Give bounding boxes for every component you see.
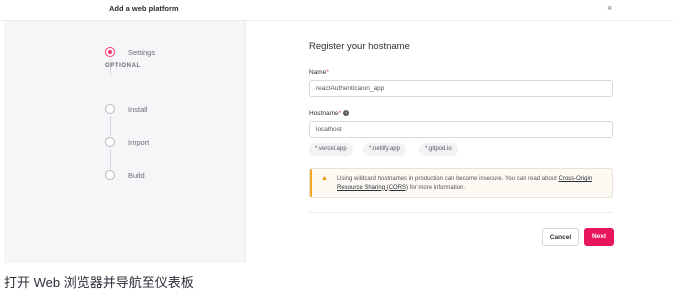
modal-title: Add a web platform (109, 4, 179, 13)
hostname-field[interactable]: localhost (309, 121, 613, 138)
step-label-build: Build (128, 170, 145, 180)
name-label: Name* (309, 69, 329, 76)
step-active-indicator-icon (105, 47, 115, 57)
modal-header: Add a web platform × (0, 0, 673, 21)
hostname-suggestion-chip[interactable]: *.gitpod.io (419, 143, 458, 156)
optional-section-label: OPTIONAL (105, 63, 141, 69)
next-button[interactable]: Next (584, 228, 614, 246)
step-connector (110, 116, 111, 136)
cors-warning-alert: ▲ Using wildcard hostnames in production… (309, 168, 613, 198)
required-mark: * (338, 110, 342, 117)
alert-accent-bar (310, 169, 312, 197)
info-icon[interactable]: i (343, 110, 350, 117)
hostname-suggestion-chip[interactable]: *.netlify.app (363, 143, 406, 156)
alert-text-after: for more information. (408, 184, 466, 191)
warning-icon: ▲ (321, 175, 328, 182)
step-settings[interactable]: Settings (105, 47, 155, 57)
hostname-label-text: Hostname (309, 110, 339, 117)
step-label-install: Install (128, 104, 148, 114)
close-icon[interactable]: × (607, 3, 612, 13)
footer-divider (309, 212, 613, 213)
step-label-settings: Settings (128, 47, 156, 57)
name-label-text: Name (309, 69, 327, 76)
step-install[interactable]: Install (105, 104, 148, 114)
step-connector (110, 149, 111, 169)
step-label-import: Import (128, 137, 150, 147)
hostname-label: Hostname* i (309, 110, 350, 117)
hostname-suggestion-chip[interactable]: *.vercel.app (309, 143, 353, 156)
step-indicator-icon (105, 104, 115, 114)
step-build[interactable]: Build (105, 170, 145, 180)
alert-text: Using wildcard hostnames in production c… (337, 175, 609, 192)
step-import[interactable]: Import (105, 137, 149, 147)
step-indicator-icon (105, 137, 115, 147)
cancel-button[interactable]: Cancel (542, 228, 579, 246)
caption-text: 打开 Web 浏览器并导航至仪表板 (4, 275, 194, 290)
name-field[interactable]: reactAuthenticaion_app (309, 80, 613, 97)
required-mark: * (326, 69, 329, 76)
step-indicator-icon (105, 170, 115, 180)
alert-text-before: Using wildcard hostnames in production c… (337, 176, 559, 182)
page-title: Register your hostname (309, 41, 410, 52)
